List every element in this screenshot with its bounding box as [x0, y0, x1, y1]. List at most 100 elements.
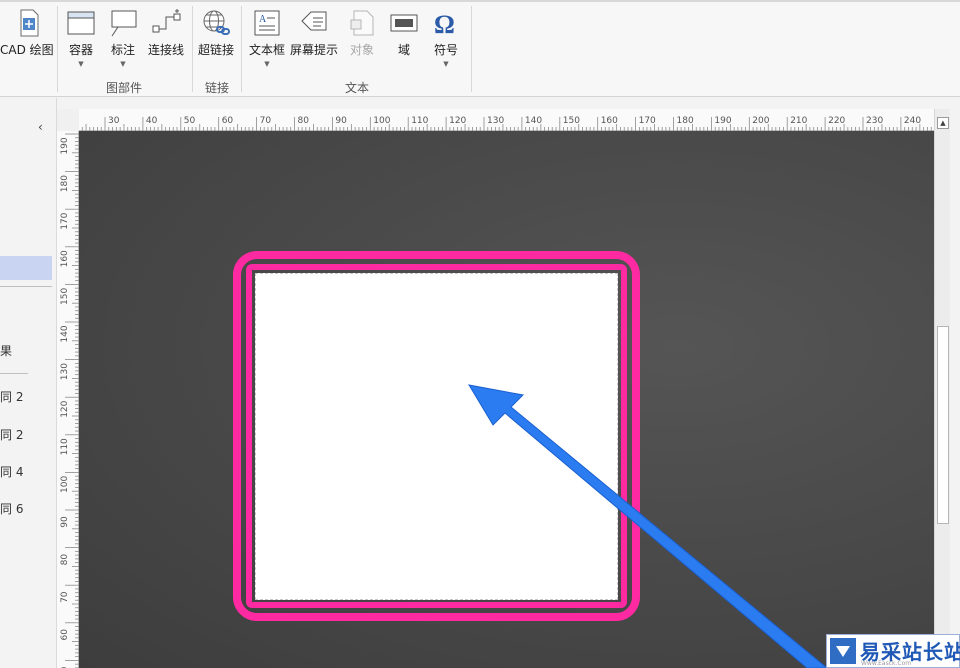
ruler-tick-label: 80: [60, 554, 70, 566]
vertical-ruler: 1901801701601501401301201101009080706050: [57, 131, 79, 668]
ruler-tick-label: 80: [298, 116, 310, 126]
scroll-up-arrow-icon[interactable]: ▲: [937, 117, 949, 129]
ruler-tick-label: 90: [60, 516, 70, 528]
field-button[interactable]: 域: [387, 8, 421, 58]
ruler-tick-label: 240: [904, 116, 921, 126]
container-label: 容器: [68, 43, 93, 57]
ruler-tick-label: 100: [373, 116, 390, 126]
ruler-tick-label: 190: [60, 137, 70, 154]
screentip-button[interactable]: 屏幕提示: [288, 8, 340, 58]
chevron-down-icon: ▼: [443, 60, 449, 68]
ruler-tick-label: 200: [752, 116, 769, 126]
ruler-tick-label: 180: [677, 116, 694, 126]
ruler-tick-label: 140: [525, 116, 542, 126]
connector-label: 连接线: [147, 43, 184, 57]
ribbon-top-border: [0, 0, 960, 2]
vertical-ruler-ticks: 1901801701601501401301201101009080706050: [60, 133, 79, 668]
collapse-panel-icon[interactable]: ‹: [38, 120, 43, 134]
drawing-canvas[interactable]: [79, 131, 934, 668]
symbol-button[interactable]: Ω 符号 ▼: [428, 8, 464, 68]
object-label: 对象: [349, 43, 374, 57]
ribbon: CAD 绘图 容器 ▼ 标注 ▼ 连接线 图部件 超链接 链接 A 文本框 ▼ …: [0, 0, 960, 97]
list-item[interactable]: 同 4: [0, 463, 23, 480]
field-icon: [389, 8, 419, 38]
globe-link-icon: [201, 8, 231, 38]
right-edge-strip: [950, 98, 960, 668]
ribbon-separator: [57, 6, 58, 92]
ruler-tick-label: 70: [60, 591, 70, 603]
ruler-tick-label: 130: [487, 116, 504, 126]
ruler-tick-label: 30: [108, 116, 120, 126]
vertical-scrollbar[interactable]: ▲: [934, 109, 950, 668]
connector-button[interactable]: 连接线: [146, 8, 186, 58]
list-item[interactable]: 果: [0, 342, 12, 359]
blue-arrow-annotation: [468, 384, 828, 668]
ruler-tick-label: 210: [790, 116, 807, 126]
container-icon: [66, 8, 96, 38]
ruler-tick-label: 160: [601, 116, 618, 126]
list-item[interactable]: 同 6: [0, 500, 23, 517]
chevron-down-icon: ▼: [78, 60, 84, 68]
horizontal-ruler-ticks: 30 40 50 60 70 80 90 100 110 120 130 140 150 160 170 18…: [81, 116, 932, 131]
group-label-text: 文本: [344, 81, 369, 95]
hyperlink-button[interactable]: 超链接: [196, 8, 236, 58]
callout-button[interactable]: 标注 ▼: [107, 8, 139, 68]
textbox-button[interactable]: A 文本框 ▼: [247, 8, 287, 68]
ruler-tick-label: 50: [184, 116, 196, 126]
ruler-tick-label: 60: [222, 116, 234, 126]
watermark-logo-icon: [830, 638, 856, 664]
ruler-tick-label: 140: [60, 325, 70, 342]
group-label-parts: 图部件: [105, 81, 142, 95]
object-icon: [347, 8, 377, 38]
ribbon-separator: [241, 6, 242, 92]
ruler-tick-label: 160: [60, 250, 70, 267]
callout-label: 标注: [110, 43, 135, 57]
cad-drawing-label: CAD 绘图: [0, 43, 54, 57]
chevron-down-icon: ▼: [264, 60, 270, 68]
connector-icon: [150, 8, 182, 38]
callout-icon: [108, 8, 138, 38]
ribbon-separator: [192, 6, 193, 92]
ruler-tick-label: 170: [639, 116, 656, 126]
slide-thumbnail-panel: ‹ 果 同 2 同 2 同 4 同 6: [0, 98, 57, 668]
screentip-label: 屏幕提示: [289, 43, 338, 57]
ruler-tick-label: 110: [411, 116, 428, 126]
chevron-down-icon: ▼: [120, 60, 126, 68]
ruler-tick-label: 150: [563, 116, 580, 126]
container-button[interactable]: 容器 ▼: [64, 8, 98, 68]
group-label-links: 链接: [204, 81, 229, 95]
ruler-tick-label: 120: [60, 400, 70, 417]
textbox-icon: A: [252, 8, 282, 38]
ruler-tick-label: 40: [146, 116, 158, 126]
list-item[interactable]: 同 2: [0, 388, 23, 405]
ruler-tick-label: 130: [60, 363, 70, 380]
hyperlink-label: 超链接: [197, 43, 234, 57]
ruler-tick-label: 110: [60, 438, 70, 455]
ruler-corner: [57, 109, 79, 131]
panel-divider: [0, 286, 52, 287]
screentip-icon: [299, 8, 329, 38]
svg-text:Ω: Ω: [434, 10, 455, 38]
ruler-tick-label: 100: [60, 476, 70, 493]
scrollbar-thumb[interactable]: [937, 326, 949, 524]
ruler-tick-label: 70: [260, 116, 272, 126]
cad-drawing-button[interactable]: CAD 绘图: [0, 8, 54, 58]
ruler-tick-label: 230: [866, 116, 883, 126]
field-label: 域: [397, 43, 410, 57]
ruler-tick-label: 60: [60, 629, 70, 641]
selected-panel-row[interactable]: [0, 256, 52, 280]
ruler-tick-label: 90: [335, 116, 347, 126]
object-button[interactable]: 对象: [343, 8, 381, 58]
ruler-tick-label: 120: [449, 116, 466, 126]
textbox-label: 文本框: [248, 43, 285, 57]
omega-symbol-icon: Ω: [431, 8, 461, 39]
ruler-tick-label: 190: [714, 116, 731, 126]
ruler-tick-label: 220: [828, 116, 845, 126]
site-watermark: 易采站长站 Www.Easck.Com: [826, 634, 960, 668]
cad-drawing-icon: [11, 8, 41, 38]
list-item[interactable]: 同 2: [0, 426, 23, 443]
panel-divider: [0, 373, 28, 374]
symbol-label: 符号: [433, 43, 458, 57]
ruler-tick-label: 170: [60, 212, 70, 229]
horizontal-ruler: 30 40 50 60 70 80 90 100 110 120 130 140 150 160 170 18…: [79, 109, 934, 131]
